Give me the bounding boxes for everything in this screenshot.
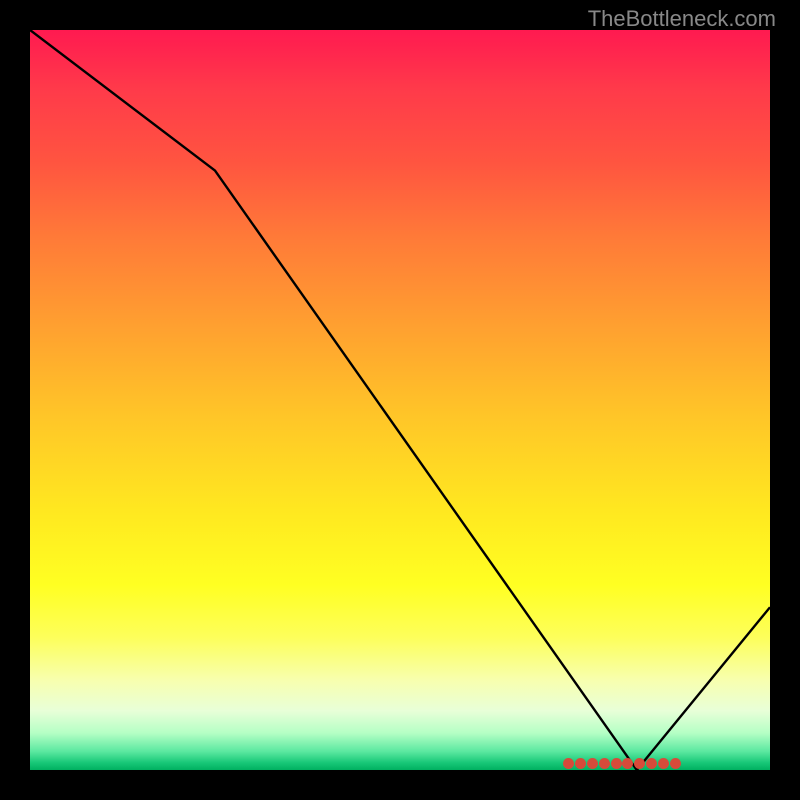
optimal-marker-dot <box>599 758 610 769</box>
optimal-marker-dot <box>634 758 645 769</box>
optimal-marker-band <box>563 758 681 770</box>
bottleneck-curve <box>30 30 770 770</box>
optimal-marker-dot <box>575 758 586 769</box>
optimal-marker-dot <box>611 758 622 769</box>
optimal-marker-dot <box>670 758 681 769</box>
optimal-marker-dot <box>646 758 657 769</box>
optimal-marker-dot <box>563 758 574 769</box>
optimal-marker-dot <box>658 758 669 769</box>
optimal-marker-dot <box>622 758 633 769</box>
optimal-marker-dot <box>587 758 598 769</box>
watermark-text: TheBottleneck.com <box>588 6 776 32</box>
